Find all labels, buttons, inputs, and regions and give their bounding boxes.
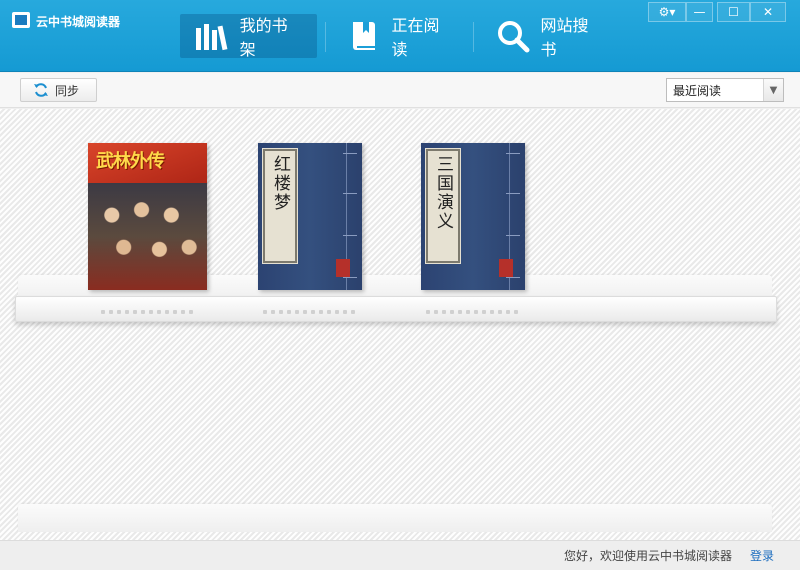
book-item[interactable]: 三国演义 xyxy=(421,143,525,290)
bookshelf: 武林外传 红楼梦 三国演义 xyxy=(0,109,800,540)
status-bar: 您好，欢迎使用云中书城阅读器 登录 xyxy=(0,540,800,570)
open-book-icon xyxy=(347,18,382,54)
tab-label: 我的书架 xyxy=(239,16,288,59)
nav-divider xyxy=(473,22,474,52)
book-cover-label: 三国演义 xyxy=(425,148,461,264)
login-link[interactable]: 登录 xyxy=(750,547,774,564)
close-icon: ✕ xyxy=(762,5,774,19)
tab-now-reading[interactable]: 正在阅读 xyxy=(333,14,467,59)
book-cover-label: 红楼梦 xyxy=(262,148,298,264)
sort-value: 最近阅读 xyxy=(673,83,722,98)
settings-menu-button[interactable]: ⚙▾ xyxy=(648,2,686,22)
chevron-down-icon[interactable]: ▼ xyxy=(763,79,783,101)
title-bar: 云中书城阅读器 我的书架 正在阅读 网站搜书 ⚙▾ — ☐ ✕ xyxy=(0,0,800,72)
shelf-front xyxy=(15,296,777,322)
book-item[interactable]: 武林外传 xyxy=(88,143,207,290)
publisher-seal xyxy=(499,259,513,277)
bookshelf-icon xyxy=(194,18,230,54)
app-logo-icon xyxy=(12,12,30,28)
shelf-dots xyxy=(101,310,193,316)
sync-icon xyxy=(34,83,48,97)
nav-divider xyxy=(325,22,326,52)
welcome-text: 您好，欢迎使用云中书城阅读器 xyxy=(563,549,732,563)
sync-button[interactable]: 同步 xyxy=(20,78,97,102)
maximize-button[interactable]: ☐ xyxy=(717,2,750,22)
sync-label: 同步 xyxy=(55,83,80,98)
tab-label: 正在阅读 xyxy=(391,16,440,59)
minimize-icon: — xyxy=(693,5,706,19)
tab-website-search[interactable]: 网站搜书 xyxy=(482,14,616,59)
minimize-button[interactable]: — xyxy=(686,2,713,22)
tab-my-bookshelf[interactable]: 我的书架 xyxy=(180,14,317,59)
book-cover-title: 武林外传 xyxy=(96,151,165,172)
book-cover-title: 红楼梦 xyxy=(270,155,290,212)
book-item[interactable]: 红楼梦 xyxy=(258,143,362,290)
sort-dropdown[interactable]: 最近阅读 ▼ xyxy=(666,78,784,102)
tab-label: 网站搜书 xyxy=(540,16,589,59)
search-icon xyxy=(496,18,531,54)
book-cover-title: 三国演义 xyxy=(433,155,453,231)
book-cover-image xyxy=(88,183,207,290)
shelf-dots xyxy=(426,310,518,316)
gear-icon: ⚙▾ xyxy=(658,5,676,19)
close-button[interactable]: ✕ xyxy=(750,2,786,22)
maximize-icon: ☐ xyxy=(728,5,739,19)
publisher-seal xyxy=(336,259,350,277)
shelf-surface xyxy=(18,504,772,532)
shelf-dots xyxy=(263,310,355,316)
toolbar: 同步 最近阅读 ▼ xyxy=(0,73,800,108)
app-title: 云中书城阅读器 xyxy=(36,15,121,29)
